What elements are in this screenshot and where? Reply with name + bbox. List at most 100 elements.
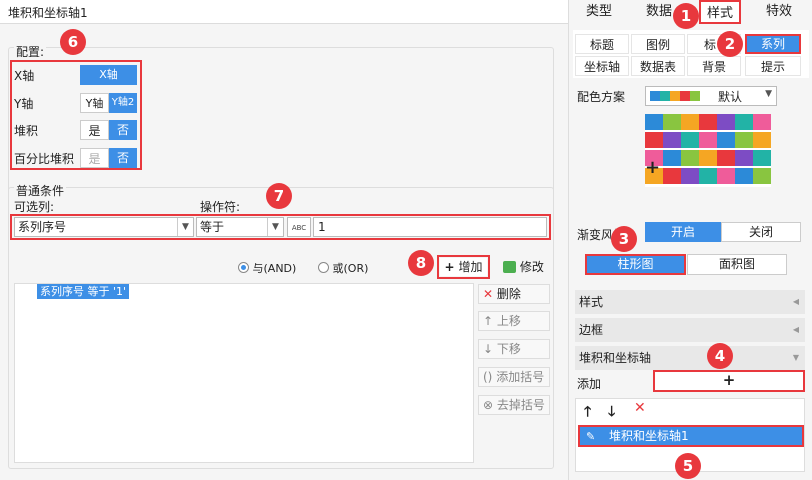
palette-cell[interactable] xyxy=(681,168,699,184)
operator-label: 操作符: xyxy=(200,200,241,214)
operator-select[interactable]: 等于 ▼ xyxy=(196,217,284,237)
plus-icon: + xyxy=(444,260,455,274)
palette-cell[interactable] xyxy=(699,132,717,148)
gradient-off-label: 关闭 xyxy=(748,225,773,239)
add-label: 添加 xyxy=(577,377,602,391)
column-label: 可选列: xyxy=(14,200,55,214)
palette-cell[interactable] xyxy=(717,150,735,166)
subtab-legend[interactable]: 图例 xyxy=(631,34,685,54)
chevron-down-icon: ▼ xyxy=(177,218,193,236)
add-stack-axis-plus: + xyxy=(722,371,736,389)
palette-cell[interactable] xyxy=(663,150,681,166)
right-pane: 类型 数据 样式 特效 标题 图例 标 系列 坐标轴 数据表 背景 提示 配色方… xyxy=(568,0,812,480)
palette-cell[interactable] xyxy=(753,114,771,130)
palette-cell[interactable] xyxy=(645,114,663,130)
conditions-list[interactable]: 系列序号 等于 '1' xyxy=(14,283,474,463)
add-condition-button[interactable]: + 增加 xyxy=(440,258,487,276)
add-stack-axis-button[interactable]: + xyxy=(653,370,805,392)
stack-no-option[interactable]: 否 xyxy=(109,120,137,140)
section-border[interactable]: 边框 ◀ xyxy=(575,318,805,342)
palette-cell[interactable] xyxy=(699,150,717,166)
stack-axis-item[interactable]: ✎ 堆积和坐标轴1 xyxy=(578,425,804,447)
palette-cell[interactable] xyxy=(663,114,681,130)
x-axis-option[interactable]: X轴 xyxy=(80,65,137,85)
add-bracket-button[interactable]: () 添加括号 xyxy=(478,367,550,387)
palette-cell[interactable] xyxy=(717,168,735,184)
config-legend: 配置: xyxy=(14,43,47,60)
remove-bracket-icon: ⊗ xyxy=(483,398,494,412)
palette-cell[interactable] xyxy=(699,168,717,184)
palette-cell[interactable] xyxy=(753,150,771,166)
stack-yes-option[interactable]: 是 xyxy=(80,120,109,140)
color-palette-grid[interactable] xyxy=(645,114,771,187)
radio-unselected-icon xyxy=(318,262,329,273)
arrow-up-icon[interactable]: 🡑 xyxy=(584,401,591,425)
palette-cell[interactable] xyxy=(681,132,699,148)
modify-condition-button[interactable]: 修改 xyxy=(503,258,551,276)
area-chart-label: 面积图 xyxy=(718,257,755,271)
step-badge-1: 1 xyxy=(673,3,699,29)
tab-type[interactable]: 类型 xyxy=(573,0,625,24)
radio-or-label: 或(OR) xyxy=(332,262,369,275)
palette-cell[interactable] xyxy=(663,132,681,148)
arrow-down-icon[interactable]: 🡓 xyxy=(608,401,615,425)
palette-cell[interactable] xyxy=(735,150,753,166)
color-scheme-select[interactable]: 默认 ▼ xyxy=(645,86,777,106)
subtab-title[interactable]: 标题 xyxy=(575,34,629,54)
add-color-icon[interactable]: + xyxy=(645,158,660,178)
chevron-down-icon: ▼ xyxy=(267,218,283,236)
subtab-background[interactable]: 背景 xyxy=(687,56,741,76)
palette-cell[interactable] xyxy=(717,132,735,148)
condition-value-input[interactable]: 1 xyxy=(313,217,547,237)
color-scheme-label: 配色方案 xyxy=(577,90,626,104)
percent-stack-no-option[interactable]: 否 xyxy=(109,148,137,168)
edit-icon xyxy=(503,261,516,273)
radio-or[interactable]: 或(OR) xyxy=(318,260,368,276)
palette-cell[interactable] xyxy=(699,114,717,130)
section-style[interactable]: 样式 ◀ xyxy=(575,290,805,314)
subtab-tooltip[interactable]: 提示 xyxy=(745,56,801,76)
move-down-button[interactable]: ↓ 下移 xyxy=(478,339,550,359)
palette-cell[interactable] xyxy=(735,114,753,130)
bar-chart-button[interactable]: 柱形图 xyxy=(585,254,686,275)
subtab-series[interactable]: 系列 xyxy=(745,34,801,54)
palette-cell[interactable] xyxy=(735,168,753,184)
tab-effect[interactable]: 特效 xyxy=(753,0,805,24)
percent-stack-label: 百分比堆积 xyxy=(14,152,75,166)
bracket-icon: () xyxy=(483,370,493,384)
y-axis2-option[interactable]: Y轴2 xyxy=(109,93,137,113)
palette-cell[interactable] xyxy=(681,114,699,130)
y-axis-option[interactable]: Y轴 xyxy=(80,93,109,113)
palette-cell[interactable] xyxy=(681,150,699,166)
remove-bracket-button[interactable]: ⊗ 去掉括号 xyxy=(478,395,550,415)
gradient-off-button[interactable]: 关闭 xyxy=(721,222,801,242)
subtab-datasheet[interactable]: 数据表 xyxy=(631,56,685,76)
chevron-left-icon: ◀ xyxy=(792,297,799,306)
palette-cell[interactable] xyxy=(717,114,735,130)
palette-cell[interactable] xyxy=(753,132,771,148)
palette-cell[interactable] xyxy=(663,168,681,184)
operator-select-value: 等于 xyxy=(200,220,225,234)
subtab-axis[interactable]: 坐标轴 xyxy=(575,56,629,76)
percent-stack-yes-option[interactable]: 是 xyxy=(80,148,109,168)
column-select-value: 系列序号 xyxy=(18,220,67,234)
gradient-on-button[interactable]: 开启 xyxy=(645,222,721,242)
column-select[interactable]: 系列序号 ▼ xyxy=(14,217,194,237)
section-stack-axis[interactable]: 堆积和坐标轴 ▼ xyxy=(575,346,805,370)
palette-swatch xyxy=(650,91,700,101)
delete-button[interactable]: ✕ 删除 xyxy=(478,284,550,304)
move-up-button[interactable]: ↑ 上移 xyxy=(478,311,550,331)
radio-and[interactable]: 与(AND) xyxy=(238,260,296,276)
stack-label: 堆积 xyxy=(14,124,39,138)
list-item[interactable]: 系列序号 等于 '1' xyxy=(37,284,130,299)
abc-type-button[interactable]: ABC xyxy=(287,217,311,237)
y-axis-label: Y轴 xyxy=(14,97,34,111)
delete-icon[interactable]: ✕ xyxy=(634,400,646,416)
tab-style[interactable]: 样式 xyxy=(699,0,741,24)
palette-cell[interactable] xyxy=(735,132,753,148)
area-chart-button[interactable]: 面积图 xyxy=(687,254,787,275)
palette-cell[interactable] xyxy=(753,168,771,184)
palette-cell[interactable] xyxy=(645,132,663,148)
step-badge-8: 8 xyxy=(408,250,434,276)
x-axis-label: X轴 xyxy=(14,69,35,83)
